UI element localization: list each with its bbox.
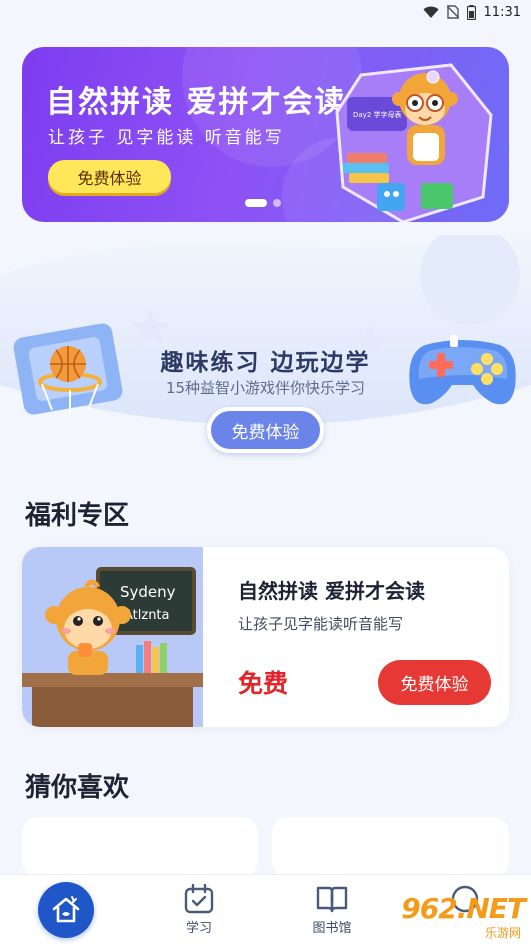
- recommend-section-title: 猜你喜欢: [25, 773, 130, 803]
- banner-board-label: Day2 学字母表: [353, 110, 402, 119]
- welfare-card-price: 免费: [238, 669, 289, 698]
- banner-pagination: [245, 199, 281, 207]
- site-watermark: 962.NET: [401, 892, 526, 925]
- monkey-classroom-illustration: Sydeny Atlznta: [22, 547, 203, 727]
- welfare-card-title: 自然拼读 爱拼才会读: [238, 579, 425, 603]
- game-free-trial-button[interactable]: 免费体验: [207, 407, 324, 453]
- game-practice-section: 趣味练习 边玩边学 15种益智小游戏伴你快乐学习 免费体验: [0, 235, 531, 465]
- status-bar: 11:31: [0, 0, 531, 24]
- chalkboard-line-1: Sydeny: [120, 583, 176, 601]
- nav-library[interactable]: 图书馆: [266, 875, 398, 944]
- game-section-subtitle: 15种益智小游戏伴你快乐学习: [165, 379, 366, 397]
- no-sim-icon: [446, 5, 459, 19]
- nav-study[interactable]: 学习: [133, 875, 265, 944]
- site-watermark-sub: 乐游网: [484, 926, 521, 940]
- promo-banner[interactable]: 自然拼读 爱拼才会读 让孩子 见字能读 听音能写 免费体验 Day2 学字母表: [22, 47, 509, 222]
- calendar-check-icon: [184, 884, 214, 914]
- game-section-title: 趣味练习 边玩边学: [160, 350, 371, 376]
- recommend-card[interactable]: [272, 817, 509, 877]
- banner-title: 自然拼读 爱拼才会读: [46, 85, 347, 120]
- nav-study-label: 学习: [185, 921, 212, 936]
- welfare-section-title: 福利专区: [25, 501, 130, 531]
- status-time: 11:31: [483, 4, 521, 20]
- banner-free-trial-button[interactable]: 免费体验: [48, 160, 171, 193]
- welfare-free-trial-button[interactable]: 免费体验: [378, 660, 491, 705]
- nav-library-label: 图书馆: [312, 921, 352, 936]
- battery-icon: [466, 4, 476, 20]
- book-icon: [316, 886, 348, 913]
- home-icon[interactable]: [38, 882, 94, 938]
- pagination-dot-active[interactable]: [245, 199, 267, 207]
- monkey-mascot-illustration: Day2 学字母表: [335, 63, 493, 222]
- banner-subtitle: 让孩子 见字能读 听音能写: [48, 128, 285, 148]
- welfare-course-card[interactable]: Sydeny Atlznta 自然拼读 爱拼才会读 让孩子见字能读听音能写 免费…: [22, 547, 509, 727]
- welfare-card-subtitle: 让孩子见字能读听音能写: [238, 615, 404, 633]
- recommend-card[interactable]: [22, 817, 258, 877]
- pagination-dot[interactable]: [273, 199, 281, 207]
- nav-home[interactable]: [0, 875, 132, 944]
- wifi-icon: [423, 6, 439, 18]
